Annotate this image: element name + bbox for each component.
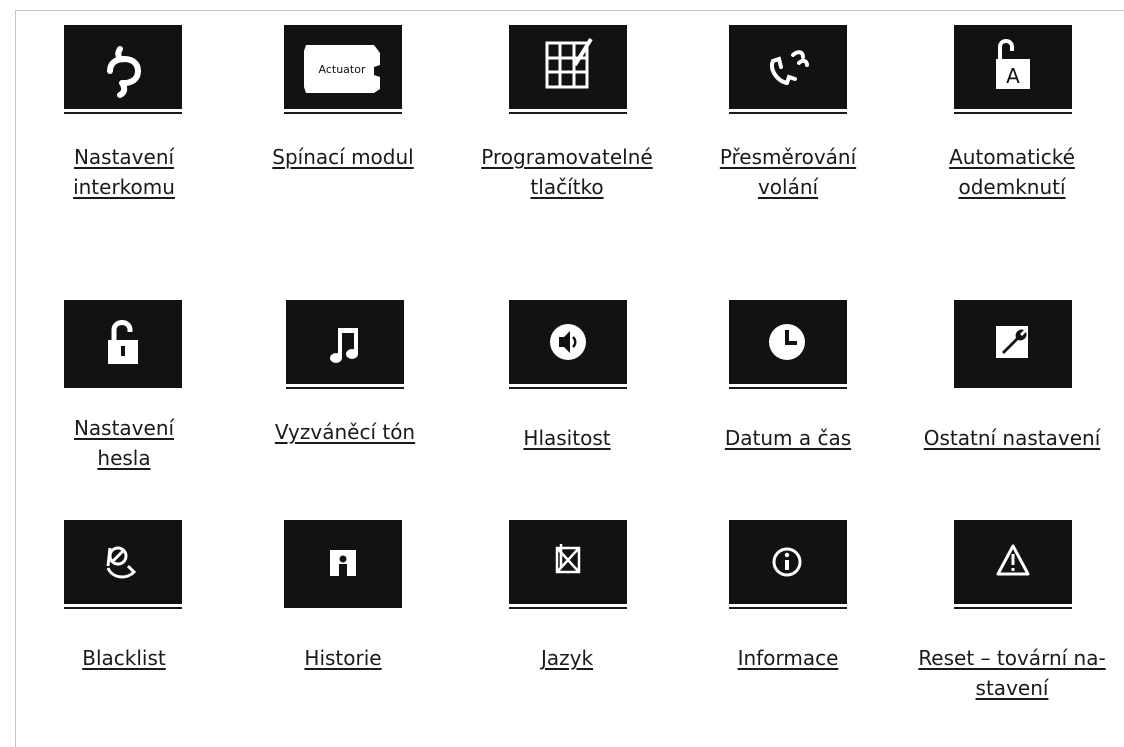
- link-language[interactable]: Jazyk: [462, 643, 672, 673]
- link-call-forwarding[interactable]: Přesměrování volání: [683, 142, 893, 202]
- link-information[interactable]: Informace: [683, 643, 893, 673]
- auto-unlock-icon-text: A: [1006, 64, 1020, 88]
- link-auto-unlock[interactable]: Automatické odemknutí: [907, 142, 1117, 202]
- link-date-time[interactable]: Datum a čas: [683, 423, 893, 453]
- link-programmable-button[interactable]: Programovatelné tlačítko: [462, 142, 672, 202]
- volume-speaker-icon[interactable]: [509, 300, 627, 389]
- intercom-settings-icon[interactable]: [64, 25, 182, 114]
- info-icon[interactable]: [729, 520, 847, 609]
- link-history[interactable]: Historie: [238, 643, 448, 673]
- clock-icon[interactable]: [729, 300, 847, 389]
- link-blacklist[interactable]: Blacklist: [19, 643, 229, 673]
- call-forwarding-icon[interactable]: [729, 25, 847, 114]
- ringtone-note-icon[interactable]: [286, 300, 404, 389]
- link-ringtone[interactable]: Vyzváněcí tón: [240, 417, 450, 447]
- link-intercom-settings[interactable]: Nastavení interkomu: [19, 142, 229, 202]
- actuator-icon-text: Actuator: [319, 63, 366, 76]
- history-icon[interactable]: [284, 520, 402, 608]
- actuator-icon[interactable]: Actuator: [284, 25, 402, 114]
- blacklist-icon[interactable]: [64, 520, 182, 609]
- link-other-settings[interactable]: Ostatní nastavení: [907, 423, 1117, 453]
- auto-unlock-icon[interactable]: A: [954, 25, 1072, 114]
- warning-reset-icon[interactable]: [954, 520, 1072, 609]
- wrench-settings-icon[interactable]: [954, 300, 1072, 388]
- link-password-settings[interactable]: Nastavení hesla: [19, 413, 229, 473]
- language-flag-icon[interactable]: [509, 520, 627, 609]
- link-actuator-module[interactable]: Spínací modul: [238, 142, 448, 172]
- programmable-button-icon[interactable]: [509, 25, 627, 114]
- link-volume[interactable]: Hlasitost: [462, 423, 672, 453]
- password-lock-icon[interactable]: [64, 300, 182, 388]
- link-factory-reset[interactable]: Reset – tovární na-stavení: [907, 643, 1117, 703]
